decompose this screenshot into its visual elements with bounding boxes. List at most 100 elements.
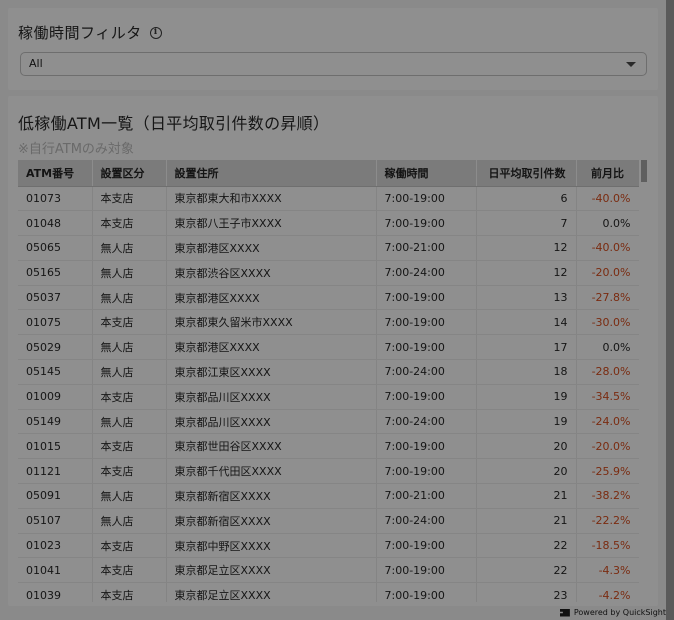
hours-cell: 7:00-19:00 (376, 557, 477, 584)
mom-cell: -24.0% (576, 409, 639, 435)
table-panel: 低稼働ATM一覧（日平均取引件数の昇順） ※自行ATMのみ対象 ATM番号 設置… (8, 96, 658, 606)
hours-cell: 7:00-19:00 (376, 384, 477, 410)
table-row[interactable]: 05065 無人店 東京都港区XXXX 7:00-21:00 12 -40.0% (18, 235, 639, 261)
table-row[interactable]: 01073 本支店 東京都東大和市XXXX 7:00-19:00 6 -40.0% (18, 186, 639, 212)
table-subtitle: ※自行ATMのみ対象 (18, 142, 134, 157)
table-row[interactable]: 01009 本支店 東京都品川区XXXX 7:00-19:00 19 -34.5% (18, 384, 639, 410)
daily-avg-cell: 21 (476, 508, 577, 534)
column-header-atm-id[interactable]: ATM番号 (18, 160, 93, 187)
atm-id-cell: 05149 (18, 409, 93, 435)
address-cell: 東京都東久留米市XXXX (166, 309, 377, 336)
table-row[interactable]: 05165 無人店 東京都渋谷区XXXX 7:00-24:00 12 -20.0% (18, 260, 639, 286)
type-cell: 本支店 (92, 210, 167, 237)
chevron-down-icon[interactable] (626, 62, 636, 67)
type-cell: 本支店 (92, 384, 167, 410)
filter-panel: 稼働時間フィルタ i All (8, 8, 658, 90)
atm-id-cell: 01009 (18, 384, 93, 410)
address-cell: 東京都江東区XXXX (166, 359, 377, 385)
powered-by-label: Powered by QuickSight (573, 608, 666, 617)
hours-cell: 7:00-24:00 (376, 508, 477, 534)
hours-cell: 7:00-19:00 (376, 533, 477, 559)
table-row[interactable]: 05107 無人店 東京都新宿区XXXX 7:00-24:00 21 -22.2% (18, 508, 639, 534)
type-cell: 無人店 (92, 483, 167, 509)
column-header-mom[interactable]: 前月比 (576, 160, 639, 187)
daily-avg-cell: 19 (476, 384, 577, 410)
address-cell: 東京都中野区XXXX (166, 533, 377, 559)
mom-cell: -30.0% (576, 309, 639, 336)
address-cell: 東京都世田谷区XXXX (166, 433, 377, 460)
address-cell: 東京都品川区XXXX (166, 409, 377, 435)
mom-cell: -40.0% (576, 235, 639, 261)
table-row[interactable]: 05145 無人店 東京都江東区XXXX 7:00-24:00 18 -28.0% (18, 359, 639, 385)
type-cell: 本支店 (92, 533, 167, 559)
mom-cell: -25.9% (576, 458, 639, 485)
atm-id-cell: 01039 (18, 582, 93, 602)
mom-cell: -40.0% (576, 186, 639, 212)
address-cell: 東京都八王子市XXXX (166, 210, 377, 237)
atm-id-cell: 01121 (18, 458, 93, 485)
type-cell: 無人店 (92, 508, 167, 534)
atm-id-cell: 01073 (18, 186, 93, 212)
daily-avg-cell: 20 (476, 433, 577, 460)
info-icon[interactable]: i (149, 26, 162, 39)
atm-id-cell: 05107 (18, 508, 93, 534)
mom-cell: -20.0% (576, 260, 639, 286)
hours-cell: 7:00-19:00 (376, 334, 477, 361)
daily-avg-cell: 12 (476, 260, 577, 286)
column-header-type[interactable]: 設置区分 (92, 160, 167, 187)
address-cell: 東京都新宿区XXXX (166, 483, 377, 509)
column-header-daily-avg[interactable]: 日平均取引件数 (476, 160, 577, 187)
hours-cell: 7:00-19:00 (376, 458, 477, 485)
atm-id-cell: 01015 (18, 433, 93, 460)
address-cell: 東京都新宿区XXXX (166, 508, 377, 534)
atm-id-cell: 01075 (18, 309, 93, 336)
mom-cell: -34.5% (576, 384, 639, 410)
mom-cell: -18.5% (576, 533, 639, 559)
mom-cell: -20.0% (576, 433, 639, 460)
table-scrollbar[interactable] (641, 160, 647, 182)
atm-id-cell: 05029 (18, 334, 93, 361)
daily-avg-cell: 20 (476, 458, 577, 485)
daily-avg-cell: 21 (476, 483, 577, 509)
mom-cell: -4.2% (576, 582, 639, 602)
table-row[interactable]: 01023 本支店 東京都中野区XXXX 7:00-19:00 22 -18.5% (18, 533, 639, 559)
hours-cell: 7:00-19:00 (376, 186, 477, 212)
atm-id-cell: 01023 (18, 533, 93, 559)
type-cell: 無人店 (92, 260, 167, 286)
table-title: 低稼働ATM一覧（日平均取引件数の昇順） (18, 114, 330, 133)
table-row[interactable]: 01039 本支店 東京都足立区XXXX 7:00-19:00 23 -4.2% (18, 582, 639, 602)
type-cell: 本支店 (92, 582, 167, 602)
table-row[interactable]: 01075 本支店 東京都東久留米市XXXX 7:00-19:00 14 -30.0% (18, 309, 639, 336)
address-cell: 東京都千代田区XXXX (166, 458, 377, 485)
table-row[interactable]: 01121 本支店 東京都千代田区XXXX 7:00-19:00 20 -25.9% (18, 458, 639, 485)
atm-id-cell: 05091 (18, 483, 93, 509)
column-header-address[interactable]: 設置住所 (166, 160, 377, 187)
table-row[interactable]: 05091 無人店 東京都新宿区XXXX 7:00-21:00 21 -38.2% (18, 483, 639, 509)
daily-avg-cell: 7 (476, 210, 577, 237)
address-cell: 東京都東大和市XXXX (166, 186, 377, 212)
hours-cell: 7:00-24:00 (376, 260, 477, 286)
table-row[interactable]: 05149 無人店 東京都品川区XXXX 7:00-24:00 19 -24.0% (18, 409, 639, 435)
address-cell: 東京都港区XXXX (166, 235, 377, 261)
atm-id-cell: 01048 (18, 210, 93, 237)
address-cell: 東京都品川区XXXX (166, 384, 377, 410)
table-header-row: ATM番号 設置区分 設置住所 稼働時間 日平均取引件数 前月比 (18, 160, 639, 187)
column-header-hours[interactable]: 稼働時間 (376, 160, 477, 187)
table-row[interactable]: 05029 無人店 東京都港区XXXX 7:00-19:00 17 0.0% (18, 334, 639, 361)
hours-cell: 7:00-19:00 (376, 309, 477, 336)
mom-cell: -28.0% (576, 359, 639, 385)
table-row[interactable]: 01041 本支店 東京都足立区XXXX 7:00-19:00 22 -4.3% (18, 557, 639, 584)
table-body: 01073 本支店 東京都東大和市XXXX 7:00-19:00 6 -40.0% 0104… (18, 186, 639, 602)
daily-avg-cell: 22 (476, 557, 577, 584)
hours-cell: 7:00-21:00 (376, 235, 477, 261)
filter-title: 稼働時間フィルタ i (18, 22, 162, 43)
type-cell: 本支店 (92, 309, 167, 336)
table-row[interactable]: 01015 本支店 東京都世田谷区XXXX 7:00-19:00 20 -20.0% (18, 433, 639, 460)
outer-scrollbar[interactable] (666, 0, 674, 620)
daily-avg-cell: 14 (476, 309, 577, 336)
daily-avg-cell: 23 (476, 582, 577, 602)
table-row[interactable]: 01048 本支店 東京都八王子市XXXX 7:00-19:00 7 0.0% (18, 210, 639, 237)
operating-hours-dropdown[interactable]: All (20, 52, 647, 76)
type-cell: 本支店 (92, 557, 167, 584)
table-row[interactable]: 05037 無人店 東京都港区XXXX 7:00-19:00 13 -27.8% (18, 285, 639, 311)
